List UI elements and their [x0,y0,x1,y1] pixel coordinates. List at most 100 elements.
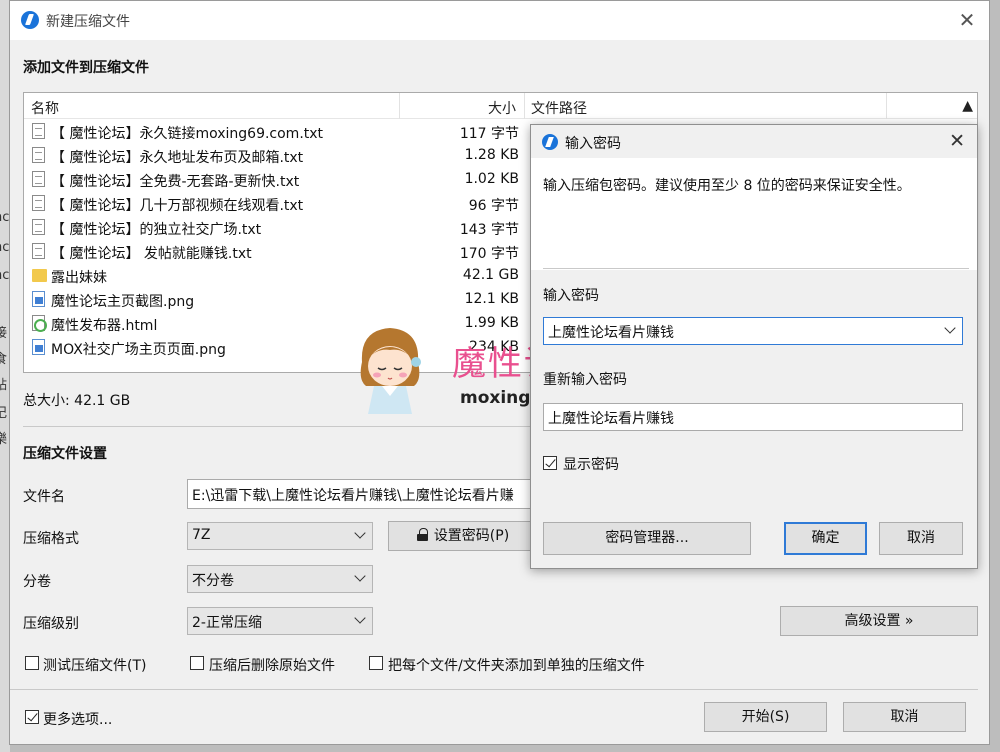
png-file-icon [32,291,45,307]
show-password-label[interactable]: 显示密码 [563,454,619,474]
dialog-cancel-button[interactable]: 取消 [879,522,963,555]
column-header-path[interactable]: 文件路径 [531,98,587,118]
file-size: 42.1 GB [462,267,519,283]
bg-fragment: 记 [0,406,8,421]
ok-button[interactable]: 确定 [784,522,867,555]
file-row[interactable]: 【 魔性论坛】永久链接moxing69.com.txt 117 字节 [24,120,554,144]
format-select[interactable]: 7Z [187,522,373,550]
file-size: 170 字节 [459,246,519,262]
bg-fragment: nc [0,210,10,225]
lock-icon [416,528,428,541]
bg-fragment: 接 [0,326,8,341]
dialog-title: 输入密码 [565,136,621,152]
password-dialog: 输入密码 ✕ 输入压缩包密码。建议使用至少 8 位的密码来保证安全性。 输入密码… [530,124,978,569]
txt-file-icon [32,147,45,163]
file-size: 96 字节 [468,198,519,214]
reenter-password-label: 重新输入密码 [543,372,627,388]
file-row[interactable]: 【 魔性论坛】永久地址发布页及邮箱.txt 1.28 KB [24,144,554,168]
chevron-down-icon[interactable] [944,322,956,334]
start-button[interactable]: 开始(S) [704,702,827,732]
format-value: 7Z [192,527,211,543]
bg-fragment: nc [0,240,10,255]
file-row[interactable]: 【 魔性论坛】的独立社交广场.txt 143 字节 [24,216,554,240]
set-password-button[interactable]: 设置密码(P) [388,521,538,551]
file-list-header: 名称 大小 文件路径 ▲ [24,93,977,119]
bg-fragment: 食 [0,352,8,367]
column-header-size[interactable]: 大小 [488,98,516,118]
dialog-description-panel: 输入压缩包密码。建议使用至少 8 位的密码来保证安全性。 [531,158,977,270]
more-options-checkbox[interactable] [25,710,39,724]
txt-file-icon [32,195,45,211]
level-select[interactable]: 2-正常压缩 [187,607,373,635]
png-file-icon [32,339,45,355]
advanced-settings-button[interactable]: 高级设置 » [780,606,978,636]
level-label: 压缩级别 [23,616,79,632]
chevron-down-icon [354,570,366,582]
more-options-label[interactable]: 更多选项... [43,709,112,729]
file-row[interactable]: 露出妹妹 42.1 GB [24,264,554,288]
column-separator[interactable] [524,93,525,119]
separate-archives-label[interactable]: 把每个文件/文件夹添加到单独的压缩文件 [388,655,645,675]
total-size: 总大小: 42.1 GB [23,393,131,409]
bg-fragment: 樂 [0,432,8,447]
divider [543,268,969,269]
file-size: 1.02 KB [464,171,519,187]
password-manager-button[interactable]: 密码管理器... [543,522,751,555]
file-row[interactable]: 【 魔性论坛】 发帖就能赚钱.txt 170 字节 [24,240,554,264]
add-files-heading: 添加文件到压缩文件 [23,60,149,76]
filename-input[interactable]: E:\迅雷下载\上魔性论坛看片赚钱\上魔性论坛看片赚 [187,479,587,509]
format-label: 压缩格式 [23,531,79,547]
password-value: 上魔性论坛看片赚钱 [548,325,674,341]
file-name: 【 魔性论坛】永久地址发布页及邮箱.txt [51,150,304,166]
dialog-titlebar: 输入密码 ✕ [531,125,977,158]
test-archive-label[interactable]: 测试压缩文件(T) [43,655,146,675]
split-label: 分卷 [23,574,51,590]
file-name: 魔性论坛主页截图.png [51,294,195,310]
scroll-up-icon[interactable]: ▲ [962,98,973,114]
delete-after-label[interactable]: 压缩后删除原始文件 [209,655,335,675]
chevron-down-icon [354,527,366,539]
txt-file-icon [32,219,45,235]
file-name: 【 魔性论坛】永久链接moxing69.com.txt [51,126,324,142]
file-name: MOX社交广场主页页面.png [51,342,226,358]
column-header-name[interactable]: 名称 [31,98,59,118]
password-input[interactable]: 上魔性论坛看片赚钱 [543,317,963,345]
app-logo-icon [542,134,558,150]
filename-label: 文件名 [23,489,65,505]
folder-file-icon [32,269,47,282]
file-row[interactable]: 【 魔性论坛】几十万部视频在线观看.txt 96 字节 [24,192,554,216]
window-close-icon[interactable]: ✕ [956,9,978,31]
mascot-girl-icon [360,328,421,414]
file-size: 117 字节 [459,126,519,142]
separate-archives-checkbox[interactable] [369,656,383,670]
dialog-close-icon[interactable]: ✕ [949,130,965,152]
file-row[interactable]: 【 魔性论坛】全免费-无套路-更新快.txt 1.02 KB [24,168,554,192]
txt-file-icon [32,171,45,187]
file-name: 露出妹妹 [51,270,107,286]
split-select[interactable]: 不分卷 [187,565,373,593]
app-logo-icon [21,11,39,29]
level-value: 2-正常压缩 [192,615,262,631]
txt-file-icon [32,123,45,139]
file-name: 【 魔性论坛】 发帖就能赚钱.txt [51,246,252,262]
password-label: 输入密码 [543,288,599,304]
file-row[interactable]: 魔性论坛主页截图.png 12.1 KB [24,288,554,312]
test-archive-checkbox[interactable] [25,656,39,670]
column-separator[interactable] [886,93,887,119]
file-size: 1.28 KB [464,147,519,163]
set-password-label: 设置密码(P) [433,528,510,544]
reenter-password-input[interactable]: 上魔性论坛看片赚钱 [543,403,963,431]
titlebar: 新建压缩文件 ✕ [10,1,989,40]
file-name: 魔性发布器.html [51,318,158,334]
divider [10,689,978,690]
show-password-checkbox[interactable] [543,456,557,470]
delete-after-checkbox[interactable] [190,656,204,670]
cancel-button[interactable]: 取消 [843,702,966,732]
file-name: 【 魔性论坛】的独立社交广场.txt [51,222,262,238]
file-name: 【 魔性论坛】全免费-无套路-更新快.txt [51,174,300,190]
chevron-down-icon [354,612,366,624]
file-name: 【 魔性论坛】几十万部视频在线观看.txt [51,198,304,214]
file-size: 12.1 KB [464,291,519,307]
column-separator[interactable] [399,93,400,119]
txt-file-icon [32,243,45,259]
